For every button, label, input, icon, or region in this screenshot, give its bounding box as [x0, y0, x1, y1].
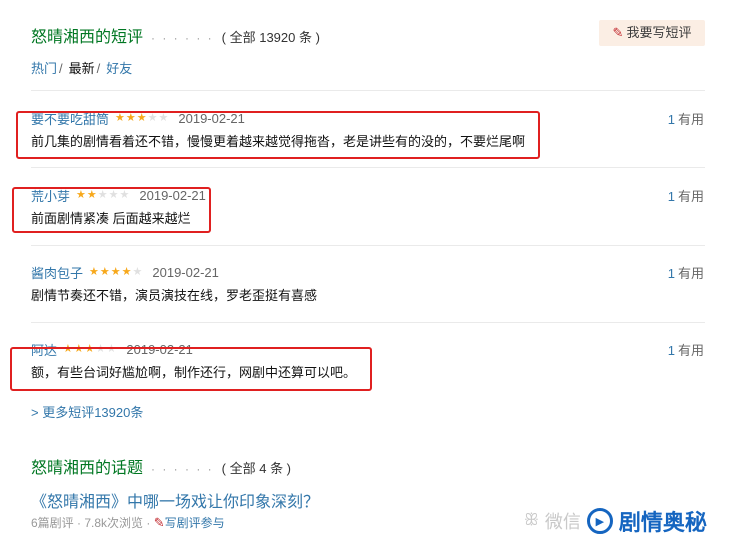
tab-separator: / — [59, 61, 63, 76]
star-icon: ★ — [99, 266, 110, 278]
tab-separator: / — [96, 61, 101, 76]
useful-label: 有用 — [677, 266, 704, 281]
useful-vote[interactable]: 1 有用 — [668, 186, 704, 205]
more-reviews-link[interactable]: > 更多短评13920条 — [31, 402, 143, 421]
divider — [31, 90, 705, 91]
useful-vote[interactable]: 1 有用 — [668, 109, 704, 128]
topic-stats: 6篇剧评 · 7.8k次浏览 · — [31, 516, 151, 530]
play-logo-icon: ▶ — [586, 508, 613, 534]
highlight-box — [10, 347, 372, 391]
useful-count: 1 — [667, 343, 675, 358]
tab-latest[interactable]: 最新 — [69, 61, 95, 76]
watermark-brand: 剧情奥秘 — [618, 510, 707, 535]
comment-date: 2019-02-21 — [152, 265, 219, 280]
topic-meta: 6篇剧评 · 7.8k次浏览 · ✎写剧评参与 — [31, 514, 225, 531]
topics-header: 怒晴湘西的话题 · · · · · · ( 全部 4 条 ) — [31, 454, 291, 478]
divider — [31, 322, 705, 323]
useful-label: 有用 — [677, 189, 704, 204]
useful-label: 有用 — [677, 112, 704, 127]
tab-hot[interactable]: 热门 — [31, 61, 57, 76]
useful-count: 1 — [667, 189, 675, 204]
title-dots: · · · · · · — [151, 462, 214, 476]
useful-vote[interactable]: 1 有用 — [668, 263, 704, 282]
watermark: ꕥ 微信 ▶ 剧情奥秘 — [524, 505, 707, 537]
tab-friends[interactable]: 好友 — [106, 61, 132, 76]
star-icon: ★ — [132, 266, 143, 278]
highlight-box — [12, 187, 211, 233]
useful-label: 有用 — [677, 343, 704, 358]
highlight-box — [16, 111, 540, 159]
topics-title: 怒晴湘西的话题 — [31, 460, 144, 477]
star-icon: ★ — [89, 266, 99, 278]
write-short-review-button[interactable]: ✎ 我要写短评 — [599, 20, 705, 46]
useful-count: 1 — [667, 112, 675, 127]
pencil-icon: ✎ — [612, 25, 624, 40]
divider — [31, 167, 705, 168]
comment-text: 剧情节奏还不错，演员演技在线，罗老歪挺有喜感 — [31, 288, 318, 303]
write-short-review-label: 我要写短评 — [626, 25, 692, 40]
comment-header: 酱肉包子 ★ ★ ★ ★ ★ 2019-02-21 — [31, 263, 219, 282]
watermark-wechat: 微信 — [544, 512, 581, 532]
useful-vote[interactable]: 1 有用 — [668, 340, 704, 359]
useful-count: 1 — [667, 266, 675, 281]
short-reviews-title: 怒晴湘西的短评 — [31, 29, 144, 46]
sort-tabs: 热门 / 最新 / 好友 — [31, 58, 132, 77]
topic-link[interactable]: 《怒晴湘西》中哪一场戏让你印象深刻？ — [31, 488, 319, 512]
topics-count: ( 全部 4 条 ) — [221, 461, 292, 476]
star-icon: ★ — [110, 266, 121, 278]
short-reviews-count: ( 全部 13920 条 ) — [221, 30, 320, 45]
pencil-icon: ✎ — [153, 515, 165, 530]
wechat-icon: ꕥ — [524, 512, 539, 529]
rating-stars: ★ ★ ★ ★ ★ — [89, 267, 142, 278]
comment-username[interactable]: 酱肉包子 — [31, 263, 83, 282]
title-dots: · · · · · · — [151, 31, 214, 45]
short-reviews-header: 怒晴湘西的短评 · · · · · · ( 全部 13920 条 ) — [31, 23, 320, 47]
write-review-link[interactable]: 写剧评参与 — [165, 516, 225, 530]
star-icon: ★ — [121, 266, 132, 278]
divider — [31, 245, 705, 246]
